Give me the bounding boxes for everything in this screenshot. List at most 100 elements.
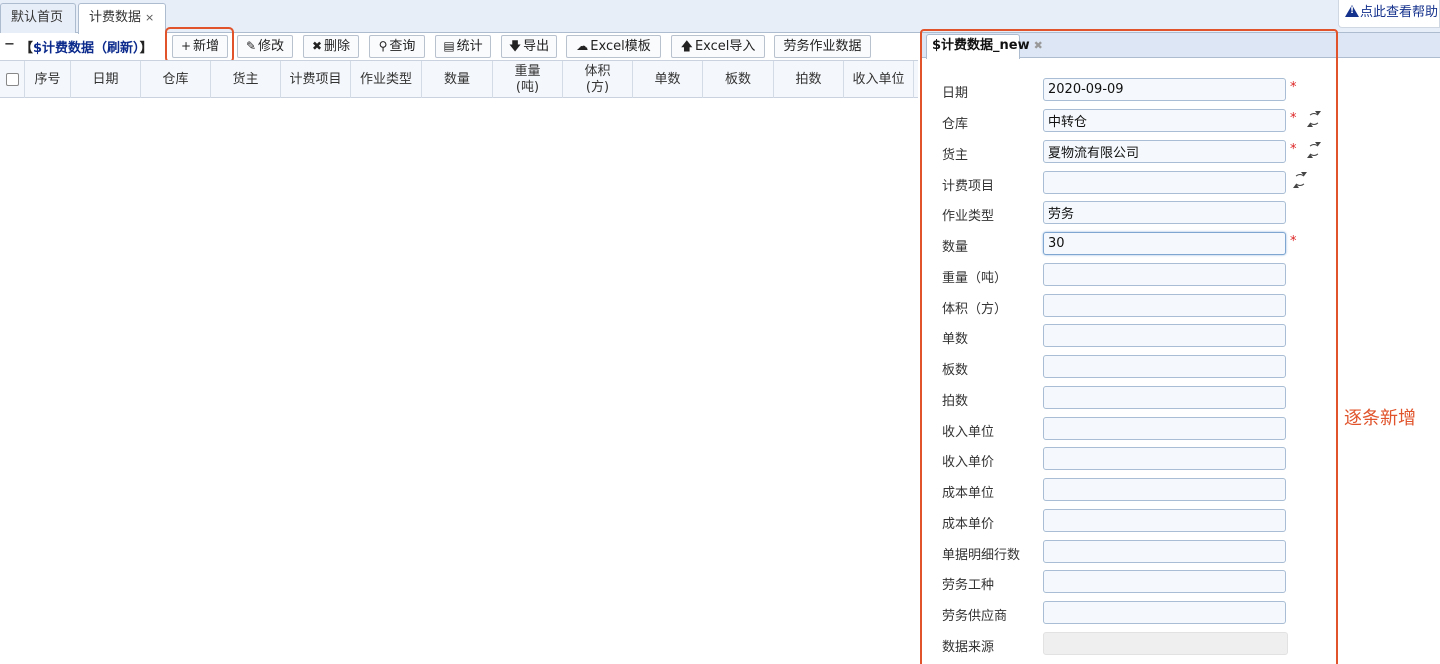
detail-line-count-field[interactable] [1043,540,1286,563]
grid-title[interactable]: 【$计费数据（刷新）】 [20,37,153,56]
quantity-label: 数量 [942,240,969,255]
download-arrow-icon: 🡇 [508,39,522,53]
pallet-count-label: 板数 [942,363,969,378]
billing-item-field[interactable] [1043,171,1286,194]
warehouse-field[interactable] [1043,109,1286,132]
warehouse-label: 仓库 [942,117,969,132]
tab-billing-data[interactable]: 计费数据 × [78,3,166,34]
column-header[interactable]: 体积 (方) [563,61,633,98]
volume-field[interactable] [1043,294,1286,317]
x-icon: ✖ [311,39,323,53]
excel-template-button-label: Excel模板 [590,39,651,54]
refresh-icon[interactable] [1307,111,1321,127]
pallet-count-field[interactable] [1043,355,1286,378]
bracket-open: 【 [20,41,34,56]
order-count-field[interactable] [1043,324,1286,347]
income-price-label: 收入单价 [942,455,995,470]
operation-type-label: 作业类型 [942,209,995,224]
cost-unit-label: 成本单位 [942,486,995,501]
cost-price-field[interactable] [1043,509,1286,532]
date-label: 日期 [942,86,969,101]
pencil-icon: ✎ [245,39,257,53]
data-source-field [1043,632,1288,655]
labor-supplier-label: 劳务供应商 [942,609,1008,624]
export-button[interactable]: 🡇 导出 [501,35,557,58]
warning-icon [1345,5,1359,17]
select-all-checkbox[interactable] [5,73,19,86]
bracket-close: 】 [139,41,153,56]
refresh-icon[interactable] [1293,172,1307,188]
weight-field[interactable] [1043,263,1286,286]
detail-line-count-label: 单据明细行数 [942,548,1021,563]
column-header[interactable]: 重量 (吨) [493,61,563,98]
bar-chart-icon: ▤ [443,39,455,53]
cargo-owner-field[interactable] [1043,140,1286,163]
grid-header: 序号 日期 仓库 货主 计费项目 作业类型 数量 重量 (吨) 体积 (方) 单… [0,60,918,98]
photo-count-label: 拍数 [942,394,969,409]
refresh-icon[interactable] [1307,142,1321,158]
quantity-field[interactable] [1043,232,1286,255]
close-icon[interactable]: × [145,11,154,24]
column-header[interactable]: 计费项目 [281,61,351,98]
excel-import-button[interactable]: 🡅 Excel导入 [671,35,765,58]
cloud-download-icon: ☁ [576,39,589,53]
tab-new-billing-record[interactable]: $计费数据_new ✖ [926,34,1043,59]
stats-button[interactable]: ▤ 统计 [435,35,491,58]
column-header[interactable]: 日期 [71,61,141,98]
select-all-checkbox-cell[interactable] [0,61,25,98]
volume-label: 体积（方） [942,302,1008,317]
annotation-label: 逐条新增 [1344,408,1416,429]
help-link-label: 点此查看帮助 [1360,5,1439,20]
income-price-field[interactable] [1043,447,1286,470]
billing-item-label: 计费项目 [942,179,995,194]
required-mark: * [1290,111,1297,126]
upload-arrow-icon: 🡅 [680,39,693,53]
column-header[interactable]: 作业类型 [351,61,422,98]
column-header[interactable]: 数量 [422,61,493,98]
query-button[interactable]: ⚲ 查询 [369,35,425,58]
cost-unit-field[interactable] [1043,478,1286,501]
column-header[interactable]: 收入单位 [844,61,914,98]
tab-billing-data-label: 计费数据 [89,10,142,25]
operation-type-field[interactable] [1043,201,1286,224]
collapse-icon[interactable]: − [4,37,15,52]
date-field[interactable] [1043,78,1286,101]
labor-type-label: 劳务工种 [942,578,995,593]
export-button-label: 导出 [523,39,550,54]
income-unit-label: 收入单位 [942,425,995,440]
column-header[interactable]: 货主 [211,61,281,98]
help-link[interactable]: 点此查看帮助 [1338,0,1440,28]
required-mark: * [1290,142,1297,157]
edit-button-label: 修改 [258,39,285,54]
app-root: 默认首页 计费数据× 点此查看帮助 − 【$计费数据（刷新）】 +新增 ✎修改 … [0,0,1440,664]
tab-home[interactable]: 默认首页 [0,3,76,33]
cost-price-label: 成本单价 [942,517,995,532]
panel-tab-label: $计费数据_new [932,38,1030,53]
labor-type-field[interactable] [1043,570,1286,593]
required-mark: * [1290,80,1297,95]
labor-supplier-field[interactable] [1043,601,1286,624]
income-unit-field[interactable] [1043,417,1286,440]
add-button-highlight [165,27,234,63]
stats-button-label: 统计 [456,39,483,54]
edit-button[interactable]: ✎ 修改 [237,35,293,58]
grid-toolbar: − 【$计费数据（刷新）】 + 新增 ✎ 修改 ✖ 删除 ⚲ 查询 ▤ 统计 🡇 导出 ☁ E… [0,34,918,59]
excel-template-button[interactable]: ☁ Excel模板 [566,35,661,58]
column-header[interactable]: 仓库 [141,61,211,98]
photo-count-field[interactable] [1043,386,1286,409]
data-source-label: 数据来源 [942,640,995,655]
labor-data-button[interactable]: 劳务作业数据 [774,35,871,58]
order-count-label: 单数 [942,332,969,347]
cargo-owner-label: 货主 [942,148,969,163]
labor-data-button-label: 劳务作业数据 [783,39,862,54]
query-button-label: 查询 [389,39,416,54]
column-header[interactable]: 单数 [633,61,703,98]
column-header[interactable]: 板数 [703,61,774,98]
column-header[interactable]: 拍数 [774,61,844,98]
weight-label: 重量（吨） [942,271,1008,286]
delete-button[interactable]: ✖ 删除 [303,35,359,58]
grid-title-refresh-link[interactable]: $计费数据（刷新） [33,41,140,56]
column-header[interactable]: 序号 [25,61,71,98]
tab-home-label: 默认首页 [11,10,64,25]
close-icon[interactable]: ✖ [1034,39,1043,52]
